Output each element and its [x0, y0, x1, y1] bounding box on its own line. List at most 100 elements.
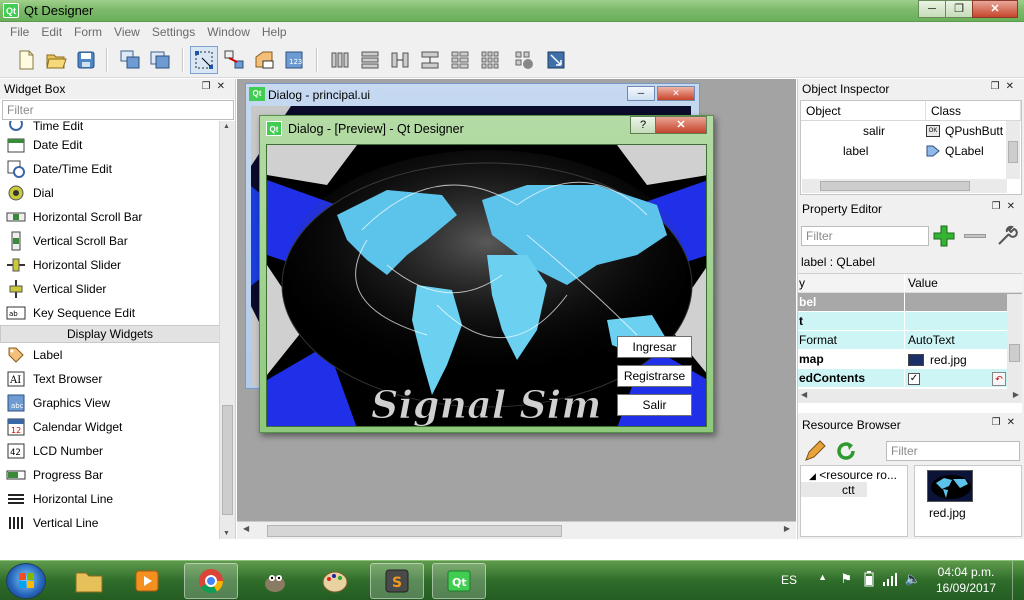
layout-vertical-icon[interactable]	[356, 46, 384, 74]
table-row[interactable]: edContents ✓ ↶	[798, 369, 1022, 388]
new-file-icon[interactable]	[12, 46, 40, 74]
mdi-horizontal-scrollbar[interactable]: ◀ ▶	[237, 521, 796, 539]
widget-box-scrollbar[interactable]: ▲ ▼	[219, 121, 235, 539]
adjust-size-icon[interactable]	[542, 46, 570, 74]
list-item[interactable]: Vertical Scroll Bar	[0, 229, 220, 253]
object-inspector-hscroll[interactable]	[802, 179, 1007, 193]
add-property-icon[interactable]	[932, 224, 956, 248]
edit-resources-pencil-icon[interactable]	[803, 439, 827, 463]
edit-widgets-icon[interactable]	[190, 46, 218, 74]
menu-settings[interactable]: Settings	[146, 22, 201, 42]
action-center-flag-icon[interactable]: ⚑	[840, 571, 852, 587]
resource-tree[interactable]: ◢ <resource ro... ctt	[800, 465, 908, 537]
salir-button[interactable]: Salir	[617, 394, 692, 416]
property-value[interactable]: AutoText	[904, 331, 1022, 349]
reset-icon[interactable]: ↶	[992, 372, 1006, 386]
battery-icon[interactable]	[864, 571, 874, 590]
layout-splitter-vertical-icon[interactable]	[416, 46, 444, 74]
list-item[interactable]: Dial	[0, 181, 220, 205]
start-button[interactable]	[6, 563, 46, 599]
chrome-icon[interactable]	[184, 563, 238, 599]
configure-wrench-icon[interactable]	[995, 224, 1019, 248]
col-property-header[interactable]: y	[798, 274, 904, 292]
cascade-windows-icon[interactable]	[116, 46, 144, 74]
menu-help[interactable]: Help	[256, 22, 293, 42]
list-item[interactable]: 42 LCD Number	[0, 439, 220, 463]
list-item[interactable]: abc Graphics View	[0, 391, 220, 415]
table-row[interactable]: t	[798, 312, 1022, 331]
clock[interactable]: 04:04 p.m. 16/09/2017	[934, 565, 998, 595]
table-row[interactable]: label QLabel	[801, 141, 1021, 161]
file-explorer-icon[interactable]	[62, 563, 116, 599]
checkbox-checked[interactable]: ✓	[908, 373, 920, 385]
list-item[interactable]: Horizontal Line	[0, 487, 220, 511]
show-hidden-icons[interactable]: ▲	[818, 572, 827, 582]
list-item[interactable]: Progress Bar	[0, 463, 220, 487]
list-item[interactable]: Vertical Slider	[0, 277, 220, 301]
list-item[interactable]: Time Edit	[0, 121, 220, 133]
edit-buddies-icon[interactable]	[250, 46, 278, 74]
object-inspector-tree[interactable]: Object Class salir OK QPushButt label QL…	[800, 100, 1022, 195]
layout-form-icon[interactable]	[446, 46, 474, 74]
registrarse-button[interactable]: Registrarse	[617, 365, 692, 387]
menu-file[interactable]: File	[4, 22, 35, 42]
widget-filter-input[interactable]: Filter	[2, 100, 234, 120]
list-item[interactable]: Vertical Line	[0, 511, 220, 535]
layout-horizontal-icon[interactable]	[326, 46, 354, 74]
network-signal-icon[interactable]	[882, 571, 898, 590]
resource-filter-input[interactable]: Filter	[886, 441, 1020, 461]
break-layout-icon[interactable]	[510, 46, 538, 74]
layout-splitter-horizontal-icon[interactable]	[386, 46, 414, 74]
subwindow-minimize-button[interactable]: ─	[627, 86, 655, 101]
object-inspector-vscroll[interactable]	[1006, 121, 1020, 179]
table-row[interactable]: Format AutoText	[798, 331, 1022, 350]
subwindow-close-button[interactable]: ✕	[657, 86, 695, 101]
paint-palette-icon[interactable]	[308, 563, 362, 599]
col-object-header[interactable]: Object	[801, 101, 926, 120]
save-icon[interactable]	[72, 46, 100, 74]
sublime-text-icon[interactable]: S	[370, 563, 424, 599]
list-item[interactable]: AI Text Browser	[0, 367, 220, 391]
ingresar-button[interactable]: Ingresar	[617, 336, 692, 358]
list-item[interactable]: ab Key Sequence Edit	[0, 301, 220, 325]
preview-close-button[interactable]: ✕	[655, 116, 707, 134]
tile-windows-icon[interactable]	[146, 46, 174, 74]
help-button[interactable]: ?	[630, 116, 656, 134]
property-value[interactable]: red.jpg	[930, 353, 967, 367]
preview-dialog[interactable]: Qt Dialog - [Preview] - Qt Designer ? ✕	[259, 115, 714, 433]
table-row[interactable]: salir OK QPushButt	[801, 121, 1021, 141]
reload-icon[interactable]	[834, 439, 858, 463]
tree-child[interactable]: ctt	[801, 482, 867, 497]
menu-window[interactable]: Window	[201, 22, 256, 42]
list-item[interactable]: Label	[0, 343, 220, 367]
property-editor-vscroll[interactable]	[1007, 294, 1022, 394]
language-indicator[interactable]: ES	[781, 573, 797, 587]
list-item[interactable]: Date/Time Edit	[0, 157, 220, 181]
property-value[interactable]	[904, 312, 1022, 330]
menu-edit[interactable]: Edit	[35, 22, 68, 42]
col-class-header[interactable]: Class	[926, 101, 1021, 120]
property-table[interactable]: y Value bel t Format AutoText map red.jp…	[798, 273, 1022, 413]
dock-float-close-icon[interactable]: ❐✕	[991, 81, 1020, 92]
edit-signals-icon[interactable]	[220, 46, 248, 74]
col-value-header[interactable]: Value	[904, 274, 1022, 292]
property-filter-input[interactable]: Filter	[801, 226, 929, 246]
close-button[interactable]: ✕	[972, 0, 1018, 18]
list-item[interactable]: Horizontal Slider	[0, 253, 220, 277]
gimp-icon[interactable]	[248, 563, 302, 599]
property-editor-hscroll[interactable]: ◀ ▶	[798, 389, 1022, 403]
show-desktop-button[interactable]	[1012, 561, 1024, 600]
list-item[interactable]: Horizontal Scroll Bar	[0, 205, 220, 229]
table-row[interactable]: bel	[798, 293, 1022, 312]
resource-file-list[interactable]: red.jpg	[914, 465, 1022, 537]
open-folder-icon[interactable]	[42, 46, 70, 74]
menu-view[interactable]: View	[108, 22, 146, 42]
layout-grid-icon[interactable]	[476, 46, 504, 74]
tree-root[interactable]: ◢ <resource ro...	[801, 466, 907, 482]
menu-form[interactable]: Form	[68, 22, 108, 42]
media-player-icon[interactable]	[120, 563, 174, 599]
list-item[interactable]: 12 Calendar Widget	[0, 415, 220, 439]
minimize-button[interactable]: ─	[918, 0, 946, 18]
dock-float-close-icon[interactable]: ❐✕	[202, 81, 231, 92]
edit-tab-order-icon[interactable]: 123	[280, 46, 308, 74]
